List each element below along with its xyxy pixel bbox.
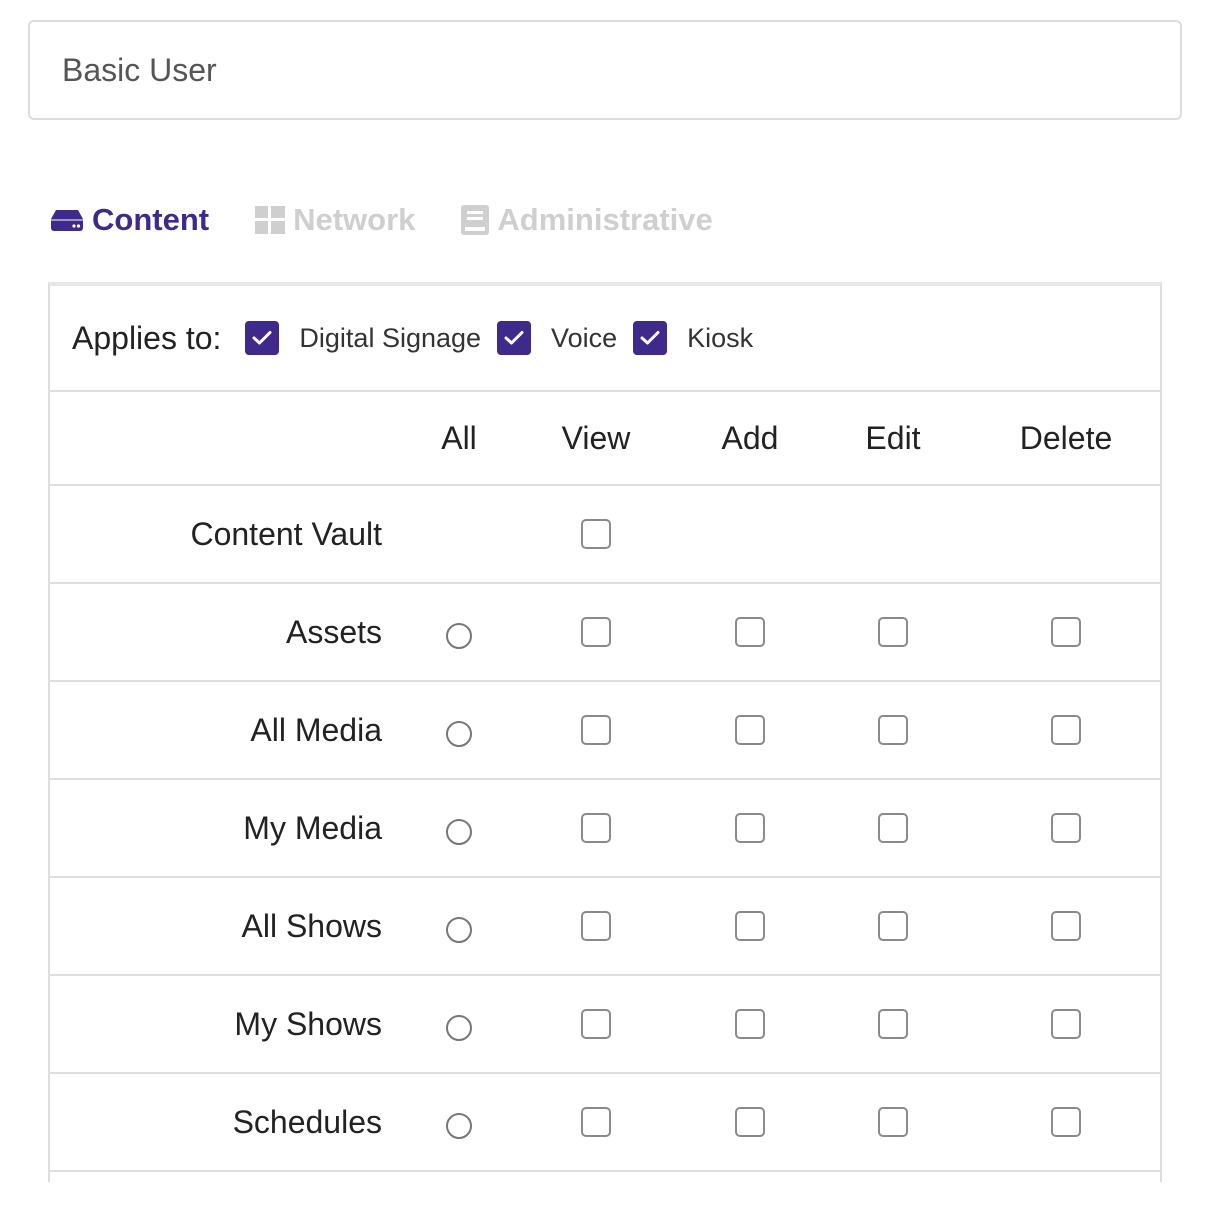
table-row-assets: Assets [50, 583, 1160, 682]
book-icon [461, 205, 490, 235]
tab-administrative[interactable]: Administrative [461, 202, 713, 238]
column-header-delete: Delete [972, 392, 1160, 486]
add-checkbox[interactable] [735, 911, 765, 941]
edit-checkbox[interactable] [878, 715, 908, 745]
view-checkbox[interactable] [581, 813, 611, 843]
applies-option-label: Digital Signage [299, 322, 482, 353]
applies-option-digital-signage[interactable]: Digital Signage [245, 321, 481, 355]
checkbox-checked[interactable] [497, 321, 532, 355]
edit-checkbox[interactable] [878, 813, 908, 843]
view-checkbox[interactable] [581, 1107, 611, 1137]
grid-icon [255, 206, 286, 234]
permissions-panel: Applies to: Digital Signage Voice Kiosk [48, 282, 1162, 1182]
all-cell-empty [412, 485, 506, 584]
table-row-all-media: All Media [50, 681, 1160, 780]
add-checkbox[interactable] [735, 813, 765, 843]
edit-checkbox[interactable] [878, 1107, 908, 1137]
row-label: All Media [50, 681, 412, 780]
view-checkbox[interactable] [581, 715, 611, 745]
add-checkbox[interactable] [735, 1009, 765, 1039]
add-checkbox[interactable] [735, 617, 765, 647]
applies-option-kiosk[interactable]: Kiosk [633, 321, 753, 355]
applies-option-voice[interactable]: Voice [497, 321, 617, 355]
all-radio[interactable] [446, 819, 472, 845]
delete-checkbox[interactable] [1051, 715, 1081, 745]
all-radio[interactable] [446, 1015, 472, 1041]
row-label: Schedules [50, 1073, 412, 1172]
row-label: My Media [50, 779, 412, 878]
table-row-all-shows: All Shows [50, 877, 1160, 976]
tab-network-label: Network [293, 202, 416, 237]
delete-checkbox[interactable] [1051, 813, 1081, 843]
applies-to-label: Applies to: [72, 319, 222, 356]
row-label: My Shows [50, 975, 412, 1074]
view-checkbox[interactable] [581, 1009, 611, 1039]
tab-administrative-label: Administrative [497, 202, 713, 237]
add-checkbox[interactable] [735, 1107, 765, 1137]
applies-option-label: Voice [551, 322, 618, 353]
delete-checkbox[interactable] [1051, 617, 1081, 647]
table-row-my-media: My Media [50, 779, 1160, 878]
edit-checkbox[interactable] [878, 617, 908, 647]
column-header-all: All [412, 392, 506, 486]
all-radio[interactable] [446, 623, 472, 649]
applies-to-bar: Applies to: Digital Signage Voice Kiosk [50, 286, 1160, 392]
delete-checkbox[interactable] [1051, 1107, 1081, 1137]
row-label: All Shows [50, 877, 412, 976]
row-label: Assets [50, 583, 412, 682]
all-radio[interactable] [446, 917, 472, 943]
delete-checkbox[interactable] [1051, 911, 1081, 941]
delete-checkbox[interactable] [1051, 1009, 1081, 1039]
permission-tabs: Content Network Administrative [50, 196, 759, 244]
column-header-view: View [506, 392, 686, 486]
row-label: Content Vault [50, 485, 412, 584]
tab-content-label: Content [92, 202, 210, 237]
tab-network[interactable]: Network [255, 202, 415, 238]
edit-checkbox[interactable] [878, 1009, 908, 1039]
table-row-my-shows: My Shows [50, 975, 1160, 1074]
checkbox-checked[interactable] [245, 321, 280, 355]
table-header-row: All View Add Edit Delete [50, 392, 1160, 486]
tab-content[interactable]: Content [50, 202, 209, 238]
role-name-input[interactable] [28, 20, 1182, 120]
table-row-content-vault: Content Vault [50, 485, 1160, 584]
table-row-schedules: Schedules [50, 1073, 1160, 1172]
column-header-empty [50, 392, 412, 486]
view-checkbox[interactable] [581, 519, 611, 549]
view-checkbox[interactable] [581, 617, 611, 647]
column-header-edit: Edit [814, 392, 972, 486]
edit-checkbox[interactable] [878, 911, 908, 941]
view-checkbox[interactable] [581, 911, 611, 941]
all-radio[interactable] [446, 721, 472, 747]
hard-drive-icon [50, 209, 84, 231]
add-checkbox[interactable] [735, 715, 765, 745]
applies-option-label: Kiosk [687, 322, 754, 353]
column-header-add: Add [686, 392, 814, 486]
permissions-table: All View Add Edit Delete Content Vault A… [50, 392, 1160, 1172]
all-radio[interactable] [446, 1113, 472, 1139]
checkbox-checked[interactable] [633, 321, 668, 355]
